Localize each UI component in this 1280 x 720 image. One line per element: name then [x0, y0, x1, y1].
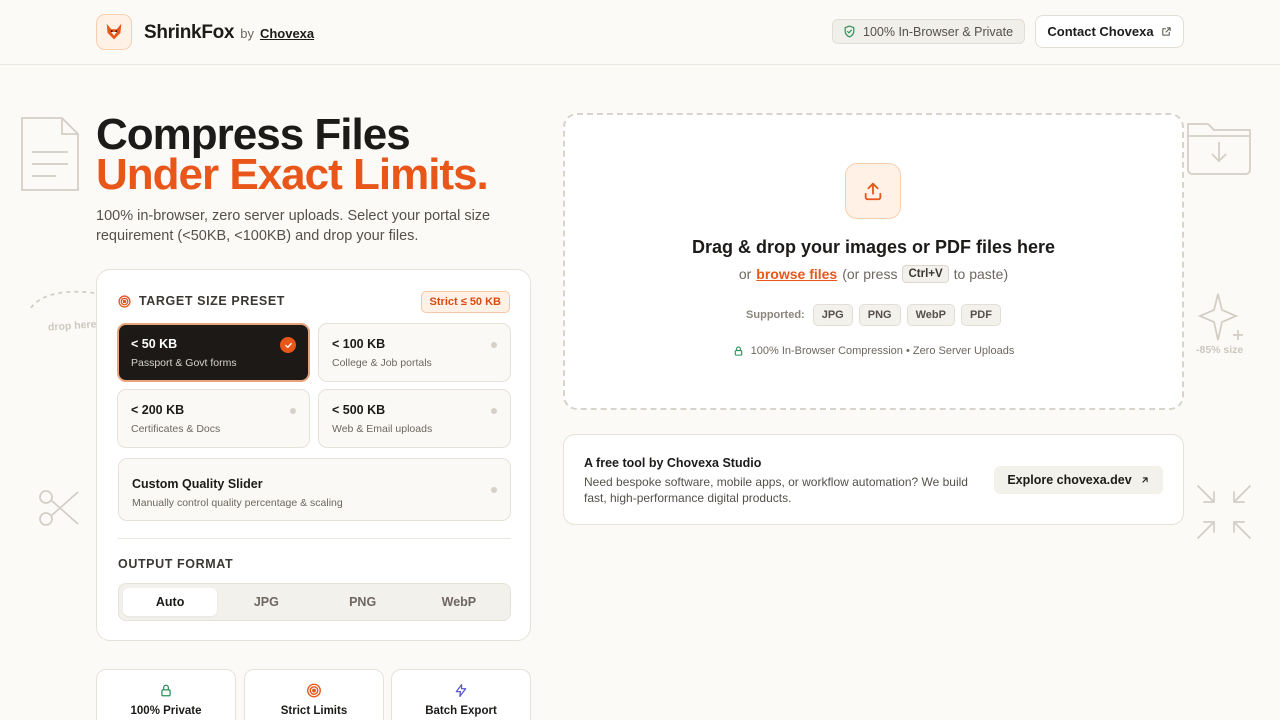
fox-logo-icon[interactable] [96, 14, 132, 50]
radio-dot-icon [491, 342, 497, 348]
feature-label: Strict Limits [280, 705, 348, 717]
dropzone-title: Drag & drop your images or PDF files her… [691, 237, 1056, 257]
format-jpg-button[interactable]: JPG [219, 588, 313, 616]
dropzone-instructions: or browse files (or press Ctrl+V to past… [565, 265, 1182, 283]
strict-limit-badge: Strict ≤ 50 KB [420, 291, 510, 313]
preset-subtitle: Web & Email uploads [332, 423, 433, 435]
explore-button-label: Explore chovexa.dev [1007, 473, 1132, 487]
feature-label: 100% Private [130, 705, 202, 717]
radio-dot-icon [491, 487, 497, 493]
dropzone-note-text: 100% In-Browser Compression • Zero Serve… [750, 345, 1015, 357]
preset-subtitle: Passport & Govt forms [131, 357, 237, 369]
lock-icon [161, 684, 171, 697]
preset-subtitle: Certificates & Docs [131, 423, 221, 435]
format-webp-button[interactable]: WebP [412, 588, 506, 616]
scissors-icon [39, 490, 79, 526]
supported-formats: Supported: JPG PNG WebP PDF [565, 304, 1182, 326]
size-reduction-doodle: -85% size [1196, 344, 1244, 356]
lock-icon [734, 346, 742, 356]
promo-card: A free tool by Chovexa Studio Need bespo… [563, 434, 1184, 525]
output-format-title: OUTPUT FORMAT [118, 557, 234, 571]
contact-button-label: Contact Chovexa [1047, 24, 1154, 39]
dropzone-or-press-text: (or press [842, 266, 898, 282]
promo-text: Need bespoke software, mobile apps, or w… [584, 475, 968, 505]
format-png-button[interactable]: PNG [316, 588, 410, 616]
preset-100kb[interactable]: < 100 KB College & Job portals [318, 323, 511, 382]
target-icon [307, 683, 321, 698]
promo-title: A free tool by Chovexa Studio [584, 456, 762, 470]
format-auto-button[interactable]: Auto [123, 588, 218, 616]
brand-by-text: by [240, 26, 254, 41]
preset-section-title: TARGET SIZE PRESET [139, 294, 285, 308]
contact-button[interactable]: Contact Chovexa [1035, 15, 1184, 48]
slider-option-title: Custom Quality Slider [132, 477, 263, 491]
dropzone-to-paste-text: to paste) [953, 266, 1009, 282]
format-chip-pdf: PDF [960, 304, 1001, 326]
brand: ShrinkFox by Chovexa [144, 22, 314, 44]
compress-arrows-icon [1197, 485, 1251, 539]
preset-500kb[interactable]: < 500 KB Web & Email uploads [318, 389, 511, 448]
upload-icon [845, 163, 901, 219]
preset-title: < 500 KB [332, 403, 386, 417]
browse-files-link[interactable]: browse files [756, 266, 837, 282]
arrow-up-right-icon [1142, 477, 1148, 483]
preset-50kb[interactable]: < 50 KB Passport & Govt forms [117, 323, 310, 382]
paste-shortcut-key: Ctrl+V [902, 265, 949, 283]
feature-batch-export: Batch Export [391, 669, 531, 720]
privacy-badge: 100% In-Browser & Private [832, 19, 1026, 44]
custom-quality-slider-option[interactable]: Custom Quality Slider Manually control q… [118, 458, 511, 521]
preset-200kb[interactable]: < 200 KB Certificates & Docs [117, 389, 310, 448]
slider-option-subtitle: Manually control quality percentage & sc… [132, 497, 343, 509]
target-icon [118, 294, 131, 308]
dropzone-or-text: or [738, 266, 752, 282]
drop-here-doodle: drop here [47, 318, 97, 334]
supported-label: Supported: [746, 309, 805, 321]
explore-chovexa-button[interactable]: Explore chovexa.dev [994, 466, 1163, 494]
download-folder-icon [1187, 123, 1251, 175]
shield-check-icon [844, 25, 855, 38]
preset-title: < 50 KB [131, 337, 178, 351]
check-icon [280, 337, 296, 353]
preset-section-header: TARGET SIZE PRESET [118, 294, 285, 308]
format-chip-jpg: JPG [812, 304, 853, 326]
feature-label: Batch Export [425, 705, 497, 717]
dashed-arrow-icon [30, 290, 101, 309]
preset-subtitle: College & Job portals [332, 357, 432, 369]
output-format-selector: Auto JPG PNG WebP [118, 583, 511, 621]
settings-card: TARGET SIZE PRESET Strict ≤ 50 KB < 50 K… [96, 269, 531, 641]
file-dropzone[interactable]: Drag & drop your images or PDF files her… [563, 113, 1184, 410]
radio-dot-icon [290, 408, 296, 414]
feature-private: 100% Private [96, 669, 236, 720]
sparkle-icon [1198, 293, 1243, 341]
divider [118, 538, 511, 539]
hero-subtitle: 100% in-browser, zero server uploads. Se… [96, 208, 491, 244]
format-chip-png: PNG [858, 304, 901, 326]
top-header: ShrinkFox by Chovexa 100% In-Browser & P… [0, 0, 1280, 65]
lightning-icon [455, 684, 467, 697]
preset-title: < 200 KB [131, 403, 185, 417]
brand-name[interactable]: ShrinkFox [144, 22, 235, 44]
format-chip-webp: WebP [906, 304, 955, 326]
radio-dot-icon [491, 408, 497, 414]
preset-title: < 100 KB [332, 337, 386, 351]
hero-title-accent: Under Exact Limits. [96, 150, 489, 199]
brand-org-link[interactable]: Chovexa [260, 26, 314, 41]
external-link-icon [1161, 27, 1171, 36]
feature-strict-limits: Strict Limits [244, 669, 384, 720]
document-icon [21, 117, 79, 191]
dropzone-privacy-note: 100% In-Browser Compression • Zero Serve… [565, 345, 1182, 357]
privacy-badge-label: 100% In-Browser & Private [863, 24, 1014, 39]
